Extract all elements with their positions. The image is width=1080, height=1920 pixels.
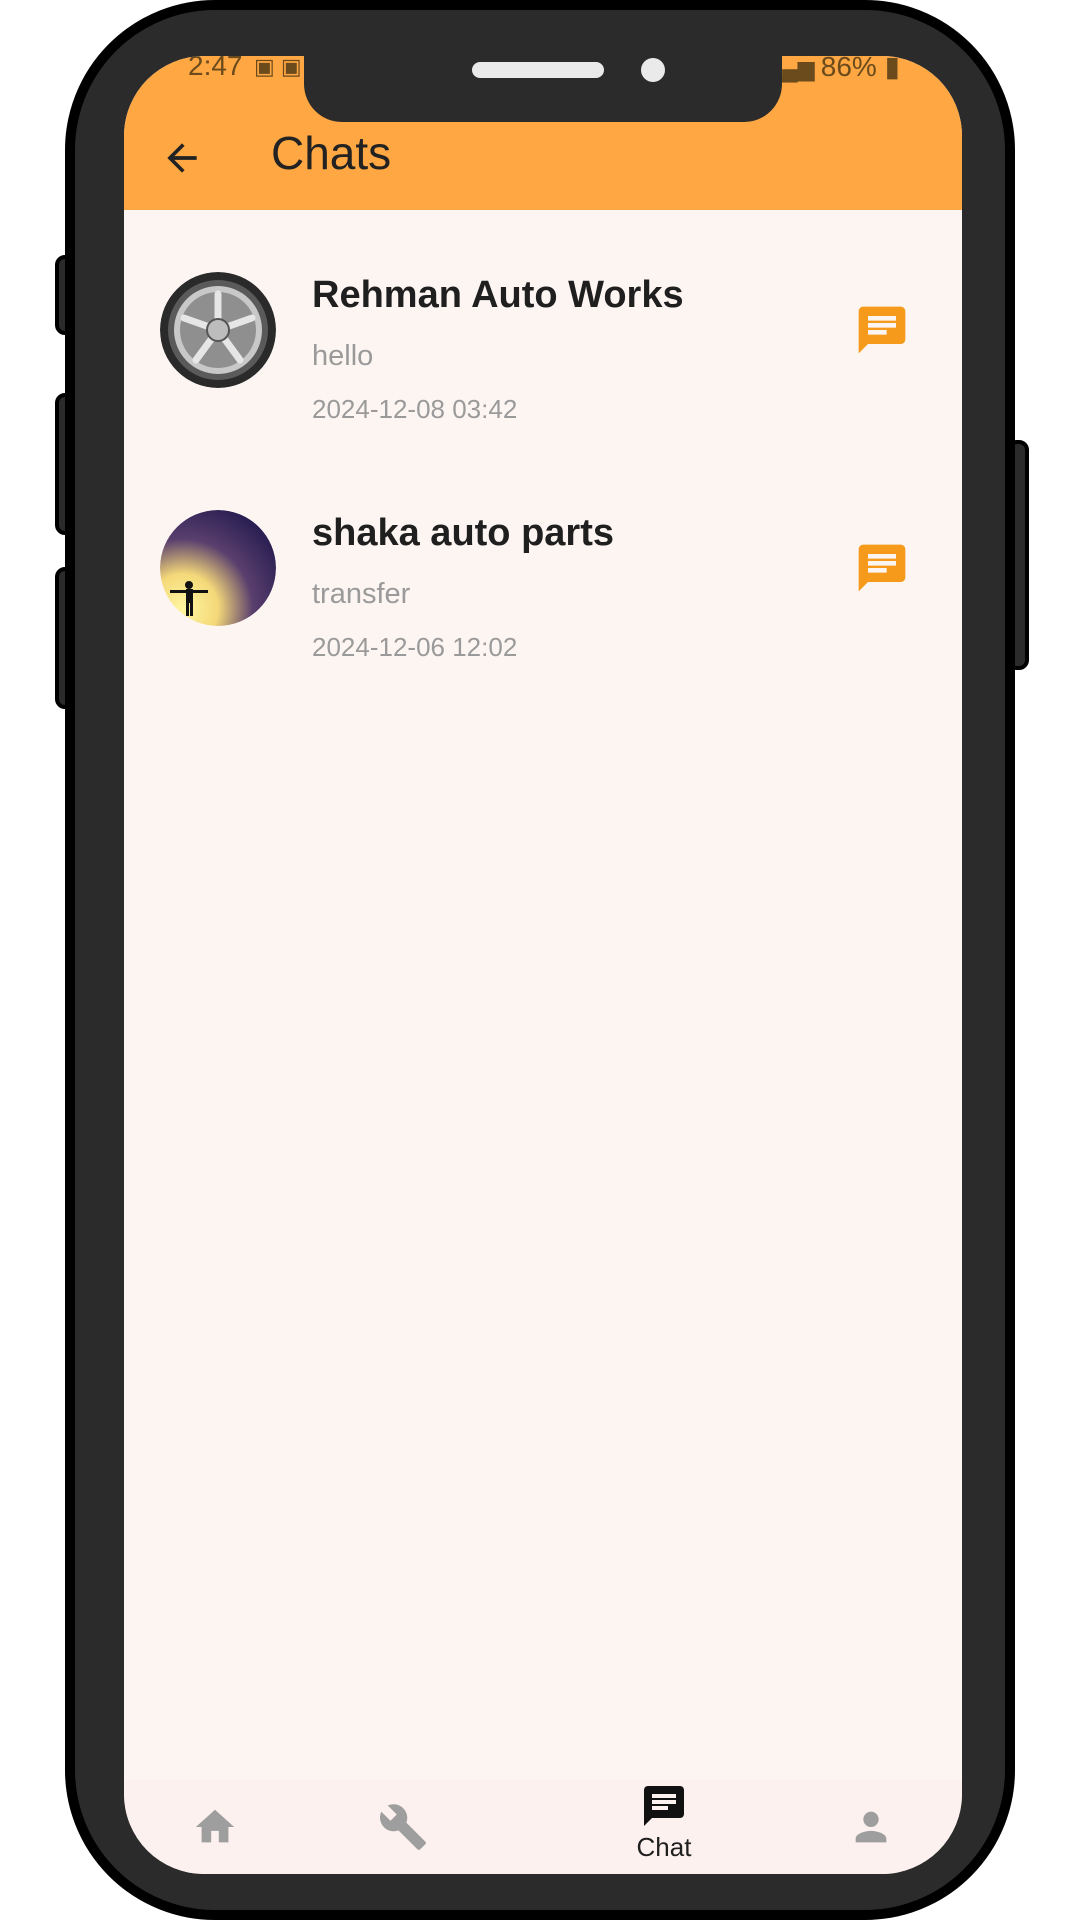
nav-home[interactable] xyxy=(192,1804,238,1850)
earpiece-speaker xyxy=(472,62,604,78)
message-icon[interactable] xyxy=(854,540,910,596)
chat-list-item[interactable]: shaka auto parts transfer 2024-12-06 12:… xyxy=(124,488,962,688)
chat-last-message: hello xyxy=(312,340,374,372)
home-icon xyxy=(195,1809,235,1843)
wheel-avatar-image xyxy=(160,272,276,388)
nav-services[interactable] xyxy=(378,1802,428,1852)
chat-contact-name: shaka auto parts xyxy=(312,512,614,554)
silhouette-avatar-image xyxy=(160,510,276,626)
chat-last-message: transfer xyxy=(312,578,411,610)
message-icon[interactable] xyxy=(854,302,910,358)
device-frame: 2:47 ▣ ▣ ▂▄▆ 86% ▮ Chats Rehman Auto Wor… xyxy=(0,0,1080,1920)
chat-contact-name: Rehman Auto Works xyxy=(312,274,684,316)
notification-icons: ▣ ▣ xyxy=(254,56,302,79)
camera-notch xyxy=(304,56,782,122)
wrench-icon xyxy=(379,1804,426,1850)
chat-list-item[interactable]: Rehman Auto Works hello 2024-12-08 03:42 xyxy=(124,250,962,450)
nav-chat-label: Chat xyxy=(636,1832,692,1862)
app-bar: 2:47 ▣ ▣ ▂▄▆ 86% ▮ Chats xyxy=(124,56,962,210)
person-icon xyxy=(855,1811,887,1843)
avatar xyxy=(160,272,276,388)
chat-timestamp: 2024-12-06 12:02 xyxy=(312,632,518,662)
battery-icon: ▮ xyxy=(876,56,900,82)
page-title: Chats xyxy=(271,127,392,179)
nav-profile[interactable] xyxy=(848,1804,894,1850)
chat-icon xyxy=(644,1786,684,1826)
nav-chat[interactable]: Chat xyxy=(604,1780,724,1874)
front-camera xyxy=(641,58,665,82)
bottom-navigation: Chat xyxy=(124,1780,962,1874)
battery-percentage: 86% xyxy=(820,56,877,82)
avatar xyxy=(160,510,276,626)
chat-timestamp: 2024-12-08 03:42 xyxy=(312,394,518,424)
back-arrow-icon[interactable] xyxy=(160,136,204,180)
status-time: 2:47 xyxy=(188,56,243,81)
battery-indicator: ▂▄▆ 86% ▮ xyxy=(765,56,900,83)
app-screen: 2:47 ▣ ▣ ▂▄▆ 86% ▮ Chats Rehman Auto Wor… xyxy=(124,56,962,1874)
